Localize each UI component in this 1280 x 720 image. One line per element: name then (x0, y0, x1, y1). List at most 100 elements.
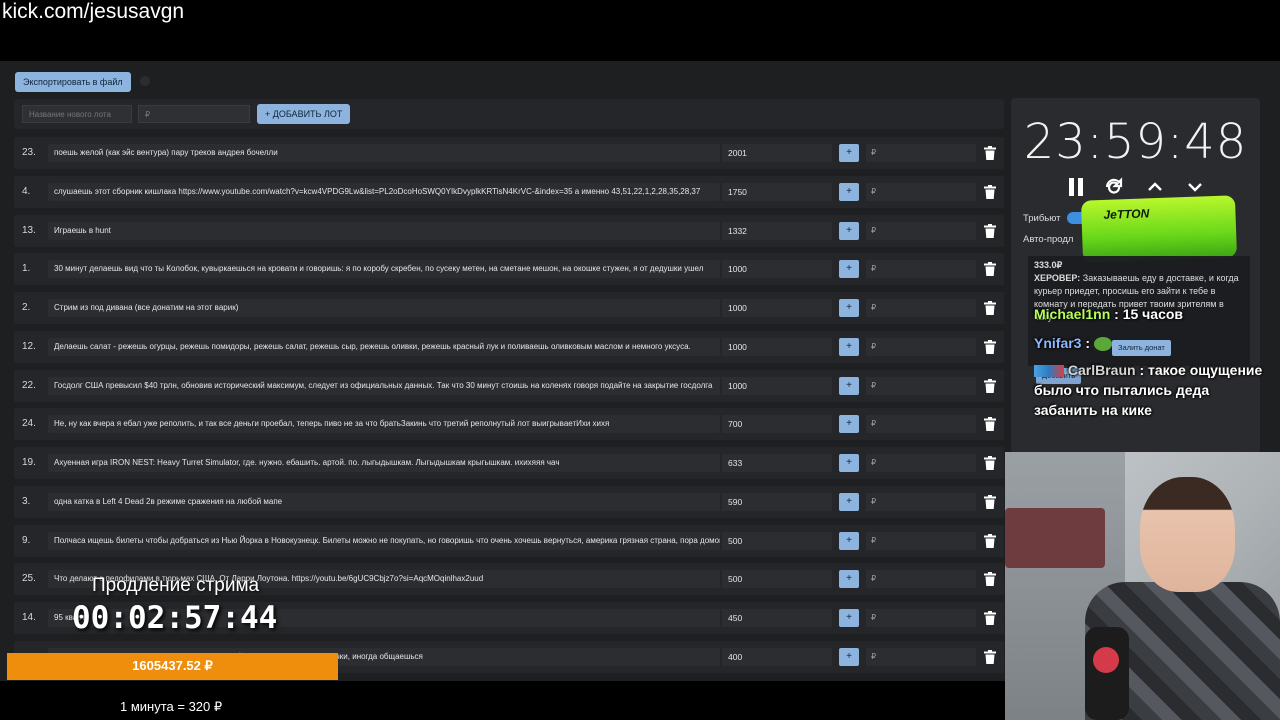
chevron-up-icon[interactable] (1145, 176, 1165, 198)
auto-extend-label: Авто-продл (1023, 234, 1074, 245)
chat-nick[interactable]: Ynifar3 (1034, 335, 1081, 351)
lot-amount-field[interactable]: 1000 (722, 338, 832, 356)
trash-icon[interactable] (984, 146, 996, 160)
status-dot-icon (140, 76, 150, 86)
extension-timer: 00:02:57:44 (72, 600, 278, 636)
donate-button[interactable]: Залить донат (1112, 340, 1171, 356)
lot-name-field[interactable]: поешь желой (как эйс вентура) пару треко… (48, 144, 720, 162)
trash-icon[interactable] (984, 611, 996, 625)
lot-amount-field[interactable]: 1000 (722, 260, 832, 278)
lot-add-amount-input[interactable]: ₽ (866, 144, 976, 162)
lot-amount-field[interactable]: 1000 (722, 299, 832, 317)
lot-add-button[interactable]: + (839, 570, 859, 588)
lot-number: 9. (22, 535, 31, 546)
lot-add-amount-input[interactable]: ₽ (866, 260, 976, 278)
trash-icon[interactable] (984, 340, 996, 354)
lot-row: 9. Полчаса ищешь билеты чтобы добраться и… (14, 525, 1004, 557)
lot-amount-field[interactable]: 2001 (722, 144, 832, 162)
trash-icon[interactable] (984, 224, 996, 238)
tribute-label: Трибьют (1023, 213, 1061, 224)
lot-add-button[interactable]: + (839, 299, 859, 317)
lot-add-button[interactable]: + (839, 415, 859, 433)
lot-amount-field[interactable]: 500 (722, 532, 832, 550)
lot-name-field[interactable]: Полчаса ищешь билеты чтобы добраться из … (48, 532, 720, 550)
lot-add-amount-input[interactable]: ₽ (866, 415, 976, 433)
lot-add-button[interactable]: + (839, 493, 859, 511)
chat-nick[interactable]: CarlBraun (1068, 362, 1136, 378)
lot-amount-field[interactable]: 1750 (722, 183, 832, 201)
lot-add-button[interactable]: + (839, 183, 859, 201)
lot-add-amount-input[interactable]: ₽ (866, 609, 976, 627)
lot-add-button[interactable]: + (839, 377, 859, 395)
donation-total: 1605437.52 ₽ (132, 658, 213, 673)
lot-name-field[interactable]: Играешь в hunt (48, 222, 720, 240)
lot-amount-field[interactable]: 450 (722, 609, 832, 627)
lot-add-button[interactable]: + (839, 532, 859, 550)
lot-amount-field[interactable]: 590 (722, 493, 832, 511)
lot-add-button[interactable]: + (839, 222, 859, 240)
lot-add-amount-input[interactable]: ₽ (866, 454, 976, 472)
pause-icon[interactable] (1066, 176, 1086, 198)
chat-nick[interactable]: Michael1nn (1034, 306, 1110, 322)
trash-icon[interactable] (984, 185, 996, 199)
lot-add-button[interactable]: + (839, 609, 859, 627)
countdown-timer: 23:59:48 (1023, 114, 1248, 170)
lot-amount-field[interactable]: 400 (722, 648, 832, 666)
lot-number: 3. (22, 496, 31, 507)
reset-icon[interactable] (1103, 176, 1125, 198)
lot-add-amount-input[interactable]: ₽ (866, 648, 976, 666)
lot-name-field[interactable]: Делаешь салат - режешь огурцы, режешь по… (48, 338, 720, 356)
lot-amount-field[interactable]: 1000 (722, 377, 832, 395)
export-button[interactable]: Экспортировать в файл (15, 72, 131, 92)
trash-icon[interactable] (984, 572, 996, 586)
lot-number: 24. (22, 418, 36, 429)
trash-icon[interactable] (984, 456, 996, 470)
lot-add-amount-input[interactable]: ₽ (866, 377, 976, 395)
lot-number: 19. (22, 457, 36, 468)
lot-amount-field[interactable]: 1332 (722, 222, 832, 240)
lot-number: 23. (22, 147, 36, 158)
lot-row: 4. слушаешь этот сборник кишлака https://… (14, 176, 1004, 208)
lot-add-amount-input[interactable]: ₽ (866, 183, 976, 201)
lot-add-amount-input[interactable]: ₽ (866, 338, 976, 356)
lot-name-field[interactable]: слушаешь этот сборник кишлака https://ww… (48, 183, 720, 201)
chat-message: CarlBraun : такое ощущение было что пыта… (1034, 360, 1270, 420)
lot-name-field[interactable]: одна катка в Left 4 Dead 2в режиме сраже… (48, 493, 720, 511)
lot-add-amount-input[interactable]: ₽ (866, 532, 976, 550)
chat-message: Ynifar3 : (1034, 333, 1112, 353)
lot-add-amount-input[interactable]: ₽ (866, 493, 976, 511)
new-lot-name-input[interactable] (22, 105, 132, 123)
lot-name-field[interactable]: 30 минут делаешь вид что ты Колобок, кув… (48, 260, 720, 278)
extension-title: Продление стрима (92, 575, 260, 596)
trash-icon[interactable] (984, 495, 996, 509)
trash-icon[interactable] (984, 379, 996, 393)
lot-amount-field[interactable]: 633 (722, 454, 832, 472)
trash-icon[interactable] (984, 262, 996, 276)
lot-name-field[interactable]: Ахуенная игра IRON NEST: Heavy Turret Si… (48, 454, 720, 472)
trash-icon[interactable] (984, 301, 996, 315)
add-lot-button[interactable]: + ДОБАВИТЬ ЛОТ (257, 104, 351, 124)
lot-add-button[interactable]: + (839, 144, 859, 162)
lot-add-amount-input[interactable]: ₽ (866, 570, 976, 588)
chevron-down-icon[interactable] (1185, 176, 1205, 198)
lot-add-button[interactable]: + (839, 454, 859, 472)
trash-icon[interactable] (984, 417, 996, 431)
new-lot-amount-input[interactable] (138, 105, 250, 123)
lot-add-button[interactable]: + (839, 648, 859, 666)
lot-amount-field[interactable]: 700 (722, 415, 832, 433)
lot-row: 1. 30 минут делаешь вид что ты Колобок, к… (14, 253, 1004, 285)
lot-name-field[interactable]: Стрим из под дивана (все донатим на этот… (48, 299, 720, 317)
lot-add-button[interactable]: + (839, 338, 859, 356)
lot-name-field[interactable]: Госдолг США превысил $40 трлн, обновив и… (48, 377, 720, 395)
lot-name-field[interactable]: Не, ну как вчера я ебал уже реполить, и … (48, 415, 720, 433)
lot-amount-field[interactable]: 500 (722, 570, 832, 588)
webcam-streamer-head (1140, 477, 1235, 592)
lot-row: 19. Ахуенная игра IRON NEST: Heavy Turret… (14, 447, 1004, 479)
chat-message: Michael1nn : 15 часов (1034, 304, 1183, 324)
lot-add-button[interactable]: + (839, 260, 859, 278)
trash-icon[interactable] (984, 650, 996, 664)
lot-add-amount-input[interactable]: ₽ (866, 299, 976, 317)
lot-add-amount-input[interactable]: ₽ (866, 222, 976, 240)
lot-row: 13. Играешь в hunt 1332 + ₽ (14, 215, 1004, 247)
trash-icon[interactable] (984, 534, 996, 548)
